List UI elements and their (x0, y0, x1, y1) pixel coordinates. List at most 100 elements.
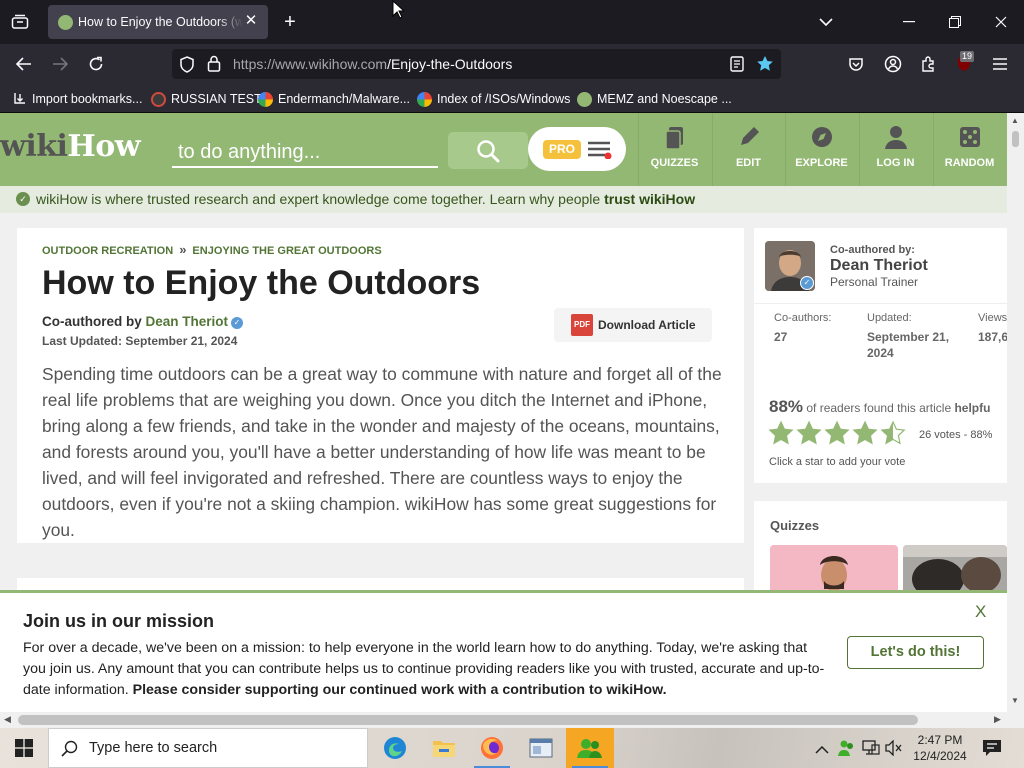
lock-icon[interactable] (207, 55, 221, 77)
notification-badge: 19 (960, 51, 975, 62)
bookmark-isos[interactable]: Index of /ISOs/Windows (417, 90, 570, 108)
bookmark-import[interactable]: Import bookmarks... (12, 90, 142, 108)
taskbar-search-input[interactable]: Type here to search (48, 728, 368, 768)
account-icon[interactable] (879, 50, 907, 78)
bookmark-russian-test[interactable]: RUSSIAN TEST (151, 90, 262, 108)
nav-quizzes[interactable]: QUIZZES (638, 113, 710, 186)
quiz-thumbnail-icon (820, 556, 848, 591)
scroll-left-icon[interactable]: ◀ (4, 714, 11, 725)
stat-label: Updated: (867, 312, 912, 324)
pocket-icon[interactable] (842, 50, 870, 78)
clock-date: 12/4/2024 (913, 749, 967, 763)
star-icon[interactable] (796, 420, 822, 445)
pro-menu-button[interactable]: PRO (528, 127, 626, 171)
browser-titlebar: How to Enjoy the Outdoors (wikiHow) ✕ + (0, 0, 1024, 44)
system-clock[interactable]: 2:47 PM 12/4/2024 (907, 732, 973, 764)
volume-muted-icon[interactable] (885, 739, 903, 761)
import-icon (12, 92, 27, 107)
quiz-thumbnail-icon (903, 545, 1007, 595)
author-name[interactable]: Dean Theriot (830, 257, 928, 275)
taskbar-edge[interactable] (371, 728, 419, 768)
coauthored-label: Co-authored by (42, 314, 142, 329)
page-viewport: wikiHow to do anything... PRO QUIZZES ED… (0, 113, 1007, 712)
helpful-text: of readers found this article (806, 401, 955, 415)
extensions-icon[interactable] (914, 50, 942, 78)
nav-login[interactable]: LOG IN (859, 113, 931, 186)
article-card: OUTDOOR RECREATION » ENJOYING THE GREAT OU… (17, 228, 744, 543)
clock-time: 2:47 PM (917, 733, 963, 747)
start-button[interactable] (0, 728, 48, 768)
quiz-card[interactable] (770, 545, 898, 595)
taskbar-file-explorer[interactable] (420, 728, 468, 768)
menu-icon[interactable] (986, 50, 1014, 78)
author-role: Personal Trainer (830, 275, 919, 289)
lets-do-this-button[interactable]: Let's do this! (847, 636, 984, 669)
taskbar-people[interactable] (566, 728, 614, 768)
star-icon[interactable] (824, 420, 850, 445)
windows-taskbar: Type here to search 2:47 PM 12/4/2024 (0, 728, 1024, 768)
star-icon[interactable] (880, 420, 906, 445)
banner-close-button[interactable]: X (975, 602, 986, 622)
minimize-icon[interactable] (886, 8, 932, 36)
breadcrumb-enjoying-outdoors[interactable]: ENJOYING THE GREAT OUTDOORS (192, 245, 381, 257)
tray-people-icon[interactable] (838, 739, 856, 762)
taskbar-app[interactable] (517, 728, 565, 768)
nav-random[interactable]: RANDOM (933, 113, 1005, 186)
rating-stars[interactable] (768, 418, 908, 448)
breadcrumb-separator: » (179, 242, 187, 257)
banner-title: Join us in our mission (23, 611, 215, 631)
trust-link[interactable]: trust wikiHow (604, 191, 695, 207)
reload-icon[interactable] (82, 50, 110, 78)
reader-view-icon[interactable] (730, 56, 744, 77)
url-text[interactable]: https://www.wikihow.com/Enjoy-the-Outdoo… (233, 56, 512, 72)
nav-edit[interactable]: EDIT (712, 113, 784, 186)
scroll-right-icon[interactable]: ▶ (994, 714, 1001, 725)
horizontal-scrollbar[interactable]: ◀ ▶ (0, 712, 1024, 728)
network-icon[interactable] (862, 740, 880, 761)
chevron-up-icon[interactable] (815, 741, 829, 759)
scroll-down-icon[interactable]: ▼ (1011, 696, 1019, 705)
url-bar[interactable]: https://www.wikihow.com/Enjoy-the-Outdoo… (172, 49, 781, 79)
author-link[interactable]: Dean Theriot (146, 314, 229, 329)
nav-label: EDIT (735, 157, 762, 169)
breadcrumb-outdoor-recreation[interactable]: OUTDOOR RECREATION (42, 245, 173, 257)
close-window-icon[interactable] (978, 8, 1024, 36)
star-icon[interactable] (768, 420, 794, 445)
edge-icon (383, 736, 407, 760)
star-icon[interactable] (852, 420, 878, 445)
notifications-icon[interactable] (982, 739, 1002, 762)
search-button[interactable] (448, 132, 528, 169)
quiz-icon (663, 125, 687, 151)
stat-value: 187,6 (978, 330, 1007, 344)
nav-explore[interactable]: EXPLORE (785, 113, 857, 186)
bookmark-endermanch[interactable]: Endermanch/Malware... (258, 90, 410, 108)
compass-icon (810, 125, 834, 151)
forward-icon[interactable] (46, 50, 74, 78)
horizontal-scroll-thumb[interactable] (18, 715, 918, 725)
new-tab-icon[interactable]: + (276, 8, 304, 36)
bookmark-memz[interactable]: MEMZ and Noescape ... (577, 90, 732, 108)
vertical-scroll-thumb[interactable] (1012, 131, 1019, 147)
taskbar-search-placeholder: Type here to search (89, 740, 218, 756)
list-all-tabs-icon[interactable] (6, 8, 34, 36)
bookmark-star-icon[interactable] (756, 55, 774, 77)
helpful-percent: 88% (769, 397, 804, 416)
back-icon[interactable] (10, 50, 38, 78)
ublock-icon[interactable]: 19 (950, 50, 978, 78)
avatar[interactable]: ✓ (765, 241, 815, 291)
taskbar-firefox[interactable] (468, 728, 516, 768)
scroll-up-icon[interactable]: ▲ (1011, 116, 1019, 125)
vertical-scrollbar[interactable]: ▲ ▼ (1007, 113, 1024, 712)
download-article-button[interactable]: PDF Download Article (554, 308, 712, 342)
close-tab-icon[interactable]: ✕ (242, 12, 260, 30)
chevron-down-icon[interactable] (812, 8, 840, 36)
wikihow-logo[interactable]: wikiHow (0, 129, 141, 164)
search-input[interactable]: to do anything... (172, 137, 438, 168)
dice-icon (958, 125, 982, 151)
browser-tab[interactable]: How to Enjoy the Outdoors (wikiHow) ✕ (48, 5, 268, 39)
restore-icon[interactable] (932, 8, 978, 36)
stat-label: Co-authors: (774, 312, 832, 324)
tracking-protection-icon[interactable] (179, 56, 195, 78)
stat-coauthors: Co-authors: 27 (774, 312, 831, 345)
quiz-card[interactable] (903, 545, 1007, 595)
